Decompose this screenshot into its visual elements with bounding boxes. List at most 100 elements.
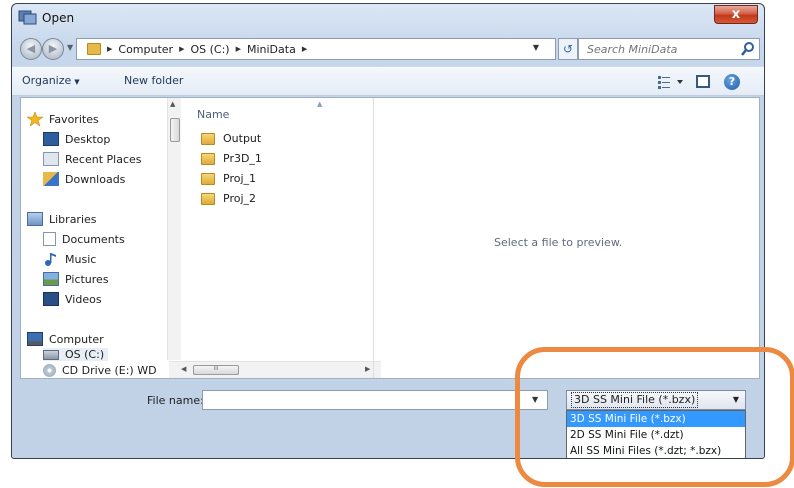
chevron-down-icon: ▼: [74, 78, 80, 86]
address-dropdown-icon[interactable]: ▼: [533, 43, 539, 52]
breadcrumb-separator-icon[interactable]: ▶: [236, 45, 241, 53]
nav-item-downloads[interactable]: Downloads: [43, 172, 125, 186]
file-type-selected: 3D SS Mini File (*.bzx): [571, 392, 699, 408]
nav-item-videos[interactable]: Videos: [43, 292, 102, 306]
refresh-button[interactable]: ↺: [558, 38, 578, 60]
nav-favorites[interactable]: Favorites: [27, 112, 99, 126]
recent-places-icon: [43, 152, 59, 166]
file-name: Proj_1: [223, 172, 257, 185]
breadcrumb-computer[interactable]: Computer: [118, 43, 173, 56]
documents-icon: [43, 232, 56, 246]
navigation-row: ◀ ▶ ▼ ▶ Computer ▶ OS (C:) ▶ MiniData ▶ …: [12, 34, 764, 64]
breadcrumb-separator-icon[interactable]: ▶: [179, 45, 184, 53]
nav-computer[interactable]: Computer: [27, 332, 104, 346]
breadcrumb-separator-icon[interactable]: ▶: [107, 45, 112, 53]
breadcrumb-minidata[interactable]: MiniData: [247, 43, 296, 56]
nav-item-label: OS (C:): [65, 348, 105, 361]
scrollbar-thumb[interactable]: [170, 118, 180, 142]
window-title: Open: [42, 11, 75, 25]
open-dialog: Open x ◀ ▶ ▼ ▶ Computer ▶ OS (C:) ▶ Mini…: [11, 3, 765, 459]
column-header-name[interactable]: Name: [197, 108, 229, 121]
list-item[interactable]: Output: [201, 132, 261, 145]
preview-message: Select a file to preview.: [494, 236, 623, 249]
scrollbar-thumb[interactable]: III: [193, 365, 239, 375]
search-icon[interactable]: [741, 41, 755, 57]
preview-pane-button[interactable]: [696, 75, 710, 88]
file-name-dropdown-icon[interactable]: ▼: [532, 395, 538, 404]
file-list: ▲ Name Output Pr3D_1 Proj_1 Proj_2: [183, 98, 373, 360]
folder-icon: [201, 192, 215, 205]
nav-item-label: Recent Places: [65, 152, 142, 166]
file-type-select[interactable]: 3D SS Mini File (*.bzx) ▼: [566, 390, 746, 410]
nav-item-cd-drive[interactable]: CD Drive (E:) WD: [43, 364, 157, 377]
file-name-label: File name:: [147, 394, 204, 407]
cd-drive-icon: [43, 364, 56, 377]
nav-item-label: Pictures: [65, 272, 109, 286]
forward-button[interactable]: ▶: [42, 38, 64, 60]
nav-item-label: Documents: [62, 232, 125, 246]
organize-button[interactable]: Organize ▼: [22, 74, 80, 87]
command-toolbar: Organize ▼ New folder ?: [12, 66, 764, 96]
app-icon: [18, 10, 37, 25]
star-icon: [27, 112, 43, 126]
downloads-icon: [43, 172, 59, 186]
drive-icon: [43, 349, 59, 360]
nav-item-music[interactable]: Music: [43, 252, 96, 266]
file-name: Output: [223, 132, 262, 145]
chevron-down-icon[interactable]: ▼: [733, 391, 739, 409]
nav-libraries[interactable]: Libraries: [27, 212, 97, 226]
navigation-pane[interactable]: Favorites Desktop Recent Places Download…: [21, 98, 167, 378]
folder-icon: [201, 172, 215, 185]
nav-item-documents[interactable]: Documents: [43, 232, 125, 246]
sort-ascending-icon: ▲: [317, 100, 323, 108]
file-name: Pr3D_1: [223, 152, 262, 165]
navigation-scrollbar[interactable]: ▲: [167, 98, 181, 360]
close-button[interactable]: x: [714, 5, 758, 24]
nav-item-label: Downloads: [65, 172, 126, 186]
file-name-input[interactable]: [202, 390, 548, 410]
file-type-dropdown-list: 3D SS Mini File (*.bzx) 2D SS Mini File …: [566, 410, 746, 458]
list-item[interactable]: Proj_2: [201, 192, 256, 205]
content-area: Favorites Desktop Recent Places Download…: [20, 97, 760, 379]
computer-icon: [27, 332, 43, 346]
list-item[interactable]: Proj_1: [201, 172, 256, 185]
scroll-left-icon[interactable]: ◀: [181, 365, 186, 373]
breadcrumb-os-c[interactable]: OS (C:): [190, 43, 229, 56]
nav-favorites-label: Favorites: [49, 112, 99, 126]
nav-item-label: Videos: [65, 292, 102, 306]
help-icon[interactable]: ?: [724, 74, 740, 90]
recent-locations-arrow-icon[interactable]: ▼: [67, 43, 73, 52]
list-item[interactable]: Pr3D_1: [201, 152, 262, 165]
breadcrumb-separator-icon[interactable]: ▶: [302, 45, 307, 53]
file-type-option[interactable]: All SS Mini Files (*.dzt; *.bzx): [567, 443, 745, 458]
nav-item-pictures[interactable]: Pictures: [43, 272, 109, 286]
search-box[interactable]: [578, 38, 760, 60]
preview-pane: Select a file to preview.: [373, 98, 759, 378]
title-bar: Open x: [12, 4, 764, 34]
nav-item-desktop[interactable]: Desktop: [43, 132, 110, 146]
file-type-option[interactable]: 3D SS Mini File (*.bzx): [567, 411, 745, 427]
file-type-option[interactable]: 2D SS Mini File (*.dzt): [567, 427, 745, 443]
new-folder-button[interactable]: New folder: [124, 74, 183, 87]
search-input[interactable]: [579, 39, 729, 59]
videos-icon: [43, 292, 59, 306]
scroll-up-icon[interactable]: ▲: [170, 100, 175, 108]
scroll-right-icon[interactable]: ▶: [365, 365, 370, 373]
desktop-icon: [43, 132, 59, 146]
nav-item-os-c[interactable]: OS (C:): [43, 348, 109, 361]
nav-item-label: Desktop: [65, 132, 111, 146]
folder-icon: [87, 43, 101, 55]
address-bar[interactable]: ▶ Computer ▶ OS (C:) ▶ MiniData ▶ ▼: [76, 38, 556, 60]
music-icon: [45, 253, 56, 266]
nav-libraries-label: Libraries: [49, 212, 97, 226]
nav-computer-label: Computer: [49, 332, 104, 346]
back-button[interactable]: ◀: [20, 38, 42, 60]
file-name-row: File name: ▼ 3D SS Mini File (*.bzx) ▼ 3…: [12, 380, 764, 458]
file-list-horizontal-scrollbar[interactable]: ◀ III ▶: [169, 361, 381, 378]
pictures-icon: [43, 272, 59, 286]
nav-item-label: CD Drive (E:) WD: [62, 364, 157, 377]
folder-icon: [201, 152, 215, 165]
nav-item-recent-places[interactable]: Recent Places: [43, 152, 142, 166]
change-view-icon[interactable]: [658, 75, 686, 89]
nav-item-label: Music: [65, 252, 97, 266]
